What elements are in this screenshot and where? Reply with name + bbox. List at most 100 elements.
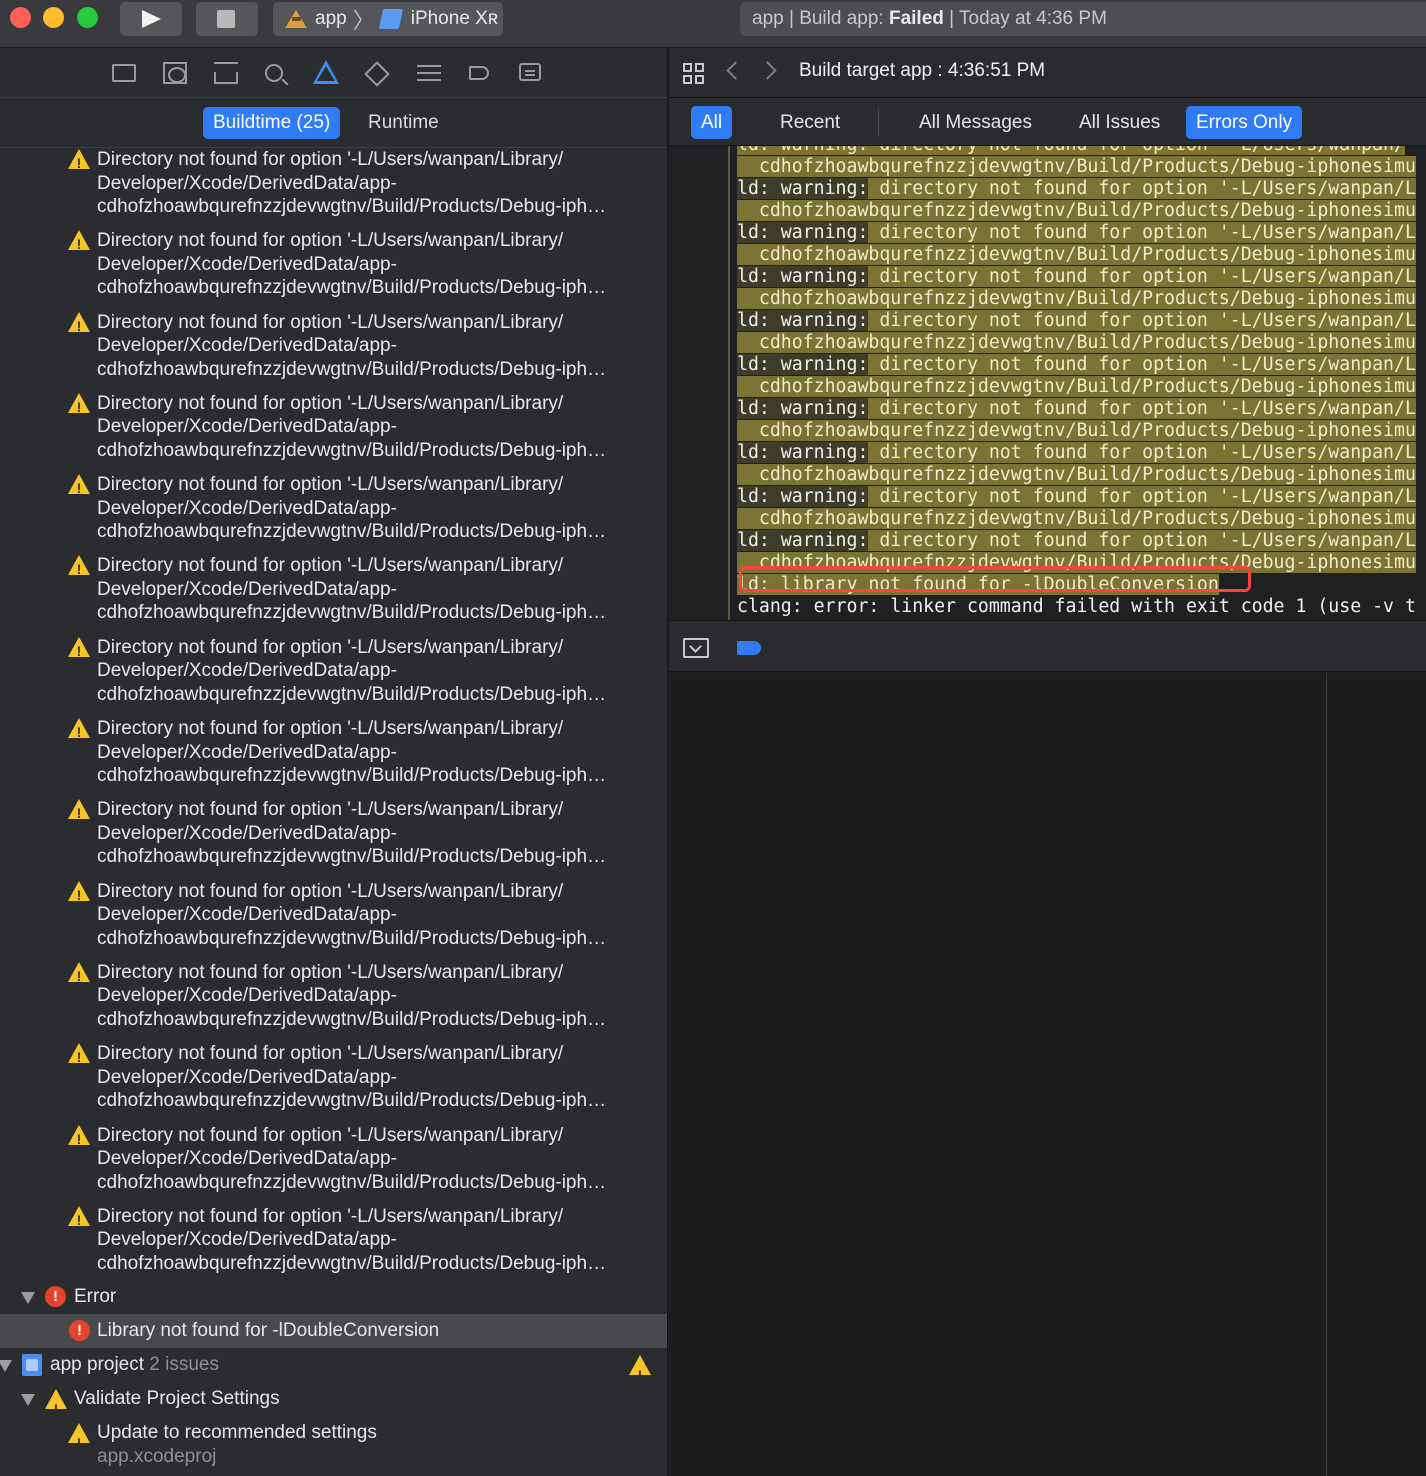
filter-all-issues[interactable]: All Issues <box>1069 106 1170 139</box>
update-settings-row[interactable]: Update to recommended settings app.xcode… <box>0 1416 667 1474</box>
error-item-row[interactable]: ! Library not found for -lDoubleConversi… <box>0 1314 667 1348</box>
activity-status: app | Build app: Failed | Today at 4:36 … <box>740 2 1426 36</box>
forward-chevron-icon[interactable] <box>758 61 777 80</box>
warning-icon <box>68 555 90 582</box>
issue-scope-bar: Buildtime (25) Runtime <box>0 98 667 148</box>
scheme-device-label: iPhone Xʀ <box>410 8 499 29</box>
source-control-icon[interactable] <box>163 62 187 84</box>
log-line-warning: ld: warning: directory not found for opt… <box>737 310 1416 331</box>
warning-issue-row[interactable]: Directory not found for option '-L/Users… <box>0 717 667 798</box>
warning-icon <box>68 718 90 745</box>
error-icon: ! <box>69 1320 90 1341</box>
zoom-window-button[interactable] <box>77 7 98 28</box>
log-line-clang: clang: error: linker command failed with… <box>737 596 1416 617</box>
warning-issue-row[interactable]: Directory not found for option '-L/Users… <box>0 554 667 635</box>
close-window-button[interactable] <box>10 7 31 28</box>
log-line-path: cdhofzhoawbqurefnzzjdevwgtnv/Build/Produ… <box>737 376 1416 397</box>
log-line-path: cdhofzhoawbqurefnzzjdevwgtnv/Build/Produ… <box>737 244 1416 265</box>
warning-issue-row[interactable]: Directory not found for option '-L/Users… <box>0 961 667 1042</box>
issue-text-line-3: cdhofzhoawbqurefnzzjdevwgtnv/Build/Produ… <box>97 1090 607 1112</box>
warning-issue-row[interactable]: Directory not found for option '-L/Users… <box>0 473 667 554</box>
warning-issue-row[interactable]: Directory not found for option '-L/Users… <box>0 1205 667 1286</box>
filter-recent[interactable]: Recent <box>770 106 850 139</box>
update-settings-file: app.xcodeproj <box>97 1446 217 1467</box>
issue-text-line-2: Developer/Xcode/DerivedData/app- <box>97 1229 397 1251</box>
test-diamond-icon[interactable] <box>364 61 390 87</box>
log-footer <box>669 620 1426 672</box>
issue-text-line-2: Developer/Xcode/DerivedData/app- <box>97 335 397 357</box>
issue-navigator-warning-icon[interactable] <box>313 60 339 84</box>
warning-issue-row[interactable]: Directory not found for option '-L/Users… <box>0 1124 667 1205</box>
filter-all-messages[interactable]: All Messages <box>909 106 1042 139</box>
log-line-path: cdhofzhoawbqurefnzzjdevwgtnv/Build/Produ… <box>737 464 1416 485</box>
warning-icon <box>68 1423 90 1460</box>
issue-text-line-3: cdhofzhoawbqurefnzzjdevwgtnv/Build/Produ… <box>97 196 607 217</box>
scheme-app-label: app <box>315 8 347 29</box>
hide-debug-area-icon[interactable] <box>683 638 709 658</box>
warning-icon <box>68 474 90 501</box>
chevron-right-icon: 〉 <box>352 8 375 33</box>
log-line-path: cdhofzhoawbqurefnzzjdevwgtnv/Build/Produ… <box>737 200 1416 221</box>
issue-text-line-1: Directory not found for option '-L/Users… <box>97 636 564 658</box>
issue-text-line-1: Directory not found for option '-L/Users… <box>97 1205 564 1227</box>
issue-text-line-2: Developer/Xcode/DerivedData/app- <box>97 497 397 519</box>
disclosure-triangle-icon[interactable] <box>21 1394 35 1406</box>
issue-text-line-1: Directory not found for option '-L/Users… <box>97 880 564 902</box>
scheme-selector[interactable]: app 〉 iPhone Xʀ <box>273 2 503 36</box>
log-filter-bar: All Recent All Messages All Issues Error… <box>669 98 1426 146</box>
warning-issue-row[interactable]: Directory not found for option '-L/Users… <box>0 1042 667 1123</box>
related-items-grid-icon[interactable] <box>683 63 705 85</box>
warning-issue-row[interactable]: Directory not found for option '-L/Users… <box>0 392 667 473</box>
minimize-window-button[interactable] <box>43 7 64 28</box>
report-icon[interactable] <box>519 63 541 81</box>
run-button[interactable] <box>120 2 182 36</box>
debug-list-icon[interactable] <box>417 65 441 81</box>
log-line-warning: ld: warning: directory not found for opt… <box>737 530 1416 551</box>
error-group-row[interactable]: ! Error <box>0 1280 667 1314</box>
issue-text-line-2: Developer/Xcode/DerivedData/app- <box>97 172 397 194</box>
log-line-warning: ld: warning: directory not found for opt… <box>737 398 1416 419</box>
warning-issue-row[interactable]: Directory not found for option '-L/Users… <box>0 880 667 961</box>
warning-icon <box>45 1389 67 1426</box>
project-row[interactable]: app project 2 issues <box>0 1348 667 1392</box>
issue-text-line-3: cdhofzhoawbqurefnzzjdevwgtnv/Build/Produ… <box>97 358 607 380</box>
disclosure-triangle-icon[interactable] <box>0 1360 12 1372</box>
issue-list: Directory not found for option '-L/Users… <box>0 148 667 1286</box>
warning-icon <box>68 1205 90 1232</box>
buildtime-tab[interactable]: Buildtime (25) <box>203 107 341 139</box>
issue-text-line-2: Developer/Xcode/DerivedData/app- <box>97 253 397 275</box>
issue-text-line-1: Directory not found for option '-L/Users… <box>97 961 564 983</box>
back-chevron-icon[interactable] <box>726 61 745 80</box>
filter-divider <box>878 108 879 136</box>
build-log-transcript[interactable]: ld: warning: directory not found for opt… <box>669 146 1426 620</box>
log-line-fragment: ld: warning: directory not found for opt… <box>737 146 1416 156</box>
project-name-label: app project <box>50 1354 145 1375</box>
build-target-title[interactable]: Build target app : 4:36:51 PM <box>799 60 1045 82</box>
issue-text-line-1: Directory not found for option '-L/Users… <box>97 1124 564 1146</box>
issue-text-line-1: Directory not found for option '-L/Users… <box>97 1043 564 1065</box>
debug-area-divider[interactable] <box>1326 673 1327 1476</box>
disclosure-triangle-icon[interactable] <box>21 1292 35 1304</box>
issue-text-line-3: cdhofzhoawbqurefnzzjdevwgtnv/Build/Produ… <box>97 521 607 543</box>
warning-issue-row[interactable]: Directory not found for option '-L/Users… <box>0 636 667 717</box>
warning-issue-row[interactable]: Directory not found for option '-L/Users… <box>0 148 667 229</box>
warning-icon <box>68 392 90 419</box>
log-line-warning: ld: warning: directory not found for opt… <box>737 178 1416 199</box>
warning-issue-row[interactable]: Directory not found for option '-L/Users… <box>0 229 667 310</box>
hierarchy-icon[interactable] <box>214 62 238 84</box>
validate-group-row[interactable]: Validate Project Settings <box>0 1382 667 1426</box>
stop-button[interactable] <box>196 2 258 36</box>
breakpoint-icon[interactable] <box>469 66 489 80</box>
app-target-icon <box>283 8 309 30</box>
warning-issue-row[interactable]: Directory not found for option '-L/Users… <box>0 311 667 392</box>
warning-issue-row[interactable]: Directory not found for option '-L/Users… <box>0 798 667 879</box>
filter-errors-only[interactable]: Errors Only <box>1186 106 1303 139</box>
status-state: Failed <box>888 8 944 29</box>
breakpoints-toggle-icon[interactable] <box>737 641 761 655</box>
folder-icon[interactable] <box>112 64 136 82</box>
runtime-tab[interactable]: Runtime <box>358 107 449 139</box>
filter-all[interactable]: All <box>691 106 733 139</box>
issue-text-line-1: Directory not found for option '-L/Users… <box>97 799 564 821</box>
issue-text-line-2: Developer/Xcode/DerivedData/app- <box>97 1148 397 1170</box>
search-icon[interactable] <box>265 64 283 82</box>
